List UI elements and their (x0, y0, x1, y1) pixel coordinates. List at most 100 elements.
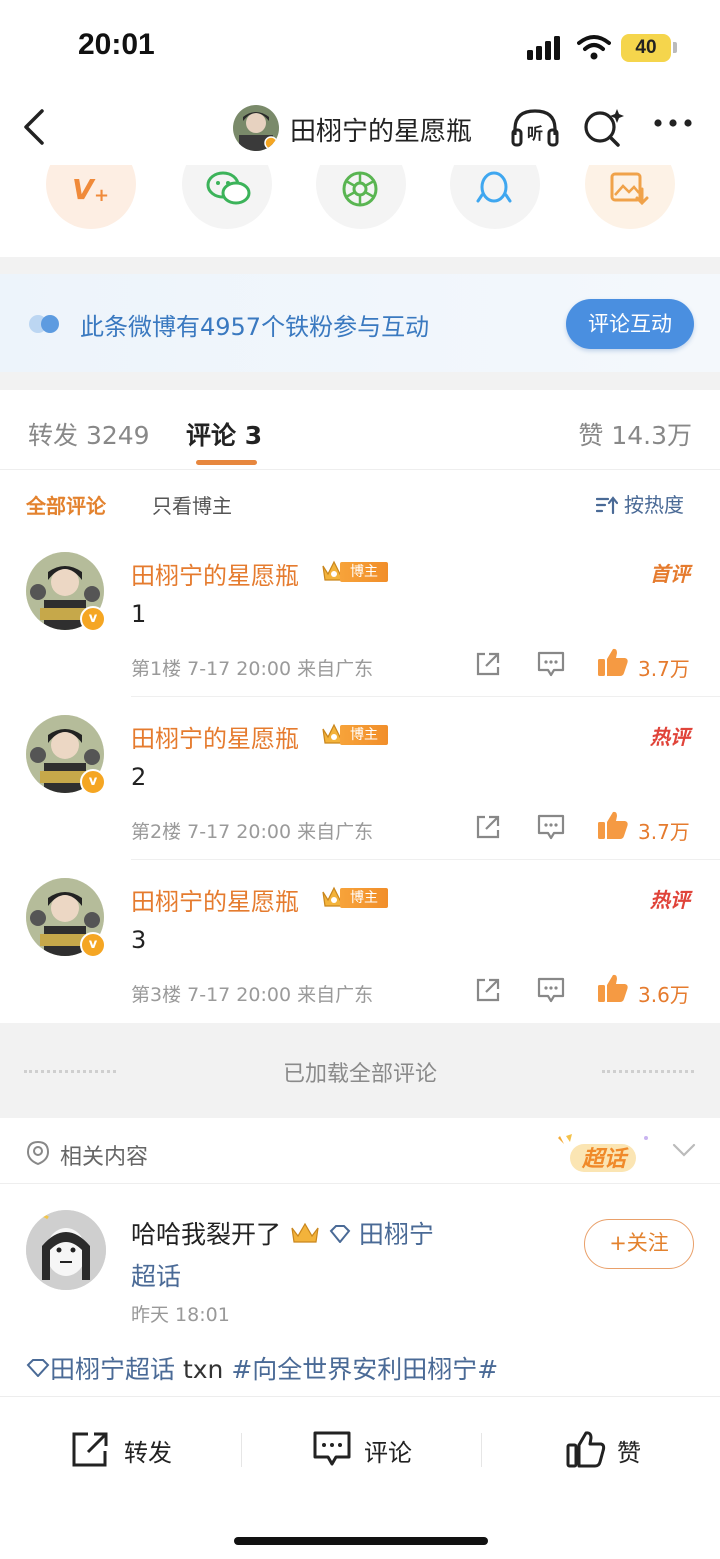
like-thumb-icon (566, 1431, 606, 1468)
like-thumb-icon[interactable] (596, 809, 630, 841)
verified-badge-icon: v (80, 769, 106, 795)
comment-text: 2 (131, 763, 147, 791)
hashtag-link[interactable]: #向全世界安利田栩宁# (231, 1355, 498, 1384)
repost-label: 转发 (124, 1439, 172, 1467)
host-badge-label: 博主 (340, 562, 388, 582)
related-post[interactable]: 哈哈我裂开了 田栩宁 超话 昨天 18:01 +关注 田栩宁超话 txn #向全… (0, 1184, 720, 1396)
share-wechat-button[interactable] (182, 165, 272, 229)
comment-like-count: 3.7万 (638, 820, 690, 844)
comment-item: v 田栩宁的星愿瓶 博主 首评 1 第1楼 7-17 20:00 来自广东 3.… (0, 534, 720, 697)
nav-title: 田栩宁的星愿瓶 (290, 117, 473, 147)
share-save-image-button[interactable] (585, 165, 675, 229)
diamond-topic-icon (329, 1225, 351, 1244)
related-title: 相关内容 (60, 1145, 149, 1170)
comment-like-count: 3.6万 (638, 983, 690, 1007)
share-icon[interactable] (474, 976, 502, 1004)
sort-icon (596, 496, 618, 514)
verified-badge-icon: v (80, 932, 106, 958)
hot-comment-flag: 热评 (650, 888, 690, 912)
active-tab-indicator (196, 460, 257, 465)
diamond-topic-icon (26, 1359, 50, 1378)
topic-link-suffix[interactable]: 超话 (131, 1262, 181, 1291)
hot-comment-flag: 热评 (650, 725, 690, 749)
comment-text: 3 (131, 926, 147, 954)
battery-indicator: 40 (621, 34, 671, 62)
related-pin-icon (26, 1140, 50, 1166)
related-post-text: 哈哈我裂开了 田栩宁 超话 (131, 1214, 491, 1298)
tag-supertopic-link[interactable]: 田栩宁超话 (50, 1355, 175, 1384)
like-thumb-icon[interactable] (596, 646, 630, 678)
host-badge-label: 博主 (340, 725, 388, 745)
filter-all-comments[interactable]: 全部评论 (26, 490, 106, 519)
post-tags: 田栩宁超话 txn #向全世界安利田栩宁# (26, 1350, 498, 1386)
supertopic-logo-icon[interactable]: 超话 (552, 1130, 652, 1176)
share-moments-button[interactable] (316, 165, 406, 229)
section-separator (0, 257, 720, 274)
action-separator (241, 1433, 242, 1467)
topic-link[interactable]: 田栩宁 (359, 1220, 434, 1249)
vplus-icon: V + (72, 173, 109, 205)
tab-comment[interactable]: 评论 3 (186, 416, 262, 452)
save-image-icon (610, 172, 649, 206)
commenter-name[interactable]: 田栩宁的星愿瓶 (131, 882, 299, 917)
related-content-header: 相关内容 超话 (0, 1118, 720, 1184)
moments-icon (342, 171, 378, 207)
section-separator (0, 372, 720, 390)
comment-text: 1 (131, 600, 147, 628)
interaction-text: 此条微博有4957个铁粉参与互动 (80, 313, 430, 341)
host-badge: 博主 (320, 884, 388, 910)
comment-like-count: 3.7万 (638, 657, 690, 681)
nav-avatar[interactable] (233, 105, 279, 151)
wechat-icon (206, 171, 251, 205)
host-badge-label: 博主 (340, 888, 388, 908)
home-indicator[interactable] (234, 1537, 488, 1545)
supertopic-logo-text: 超话 (581, 1147, 629, 1172)
post-author-avatar[interactable] (26, 1210, 106, 1290)
svg-text:+: + (94, 185, 109, 205)
reply-icon[interactable] (536, 813, 566, 841)
action-separator (481, 1433, 482, 1467)
battery-tip (673, 42, 677, 53)
like-button[interactable]: 赞 (565, 1429, 655, 1469)
filter-host-only[interactable]: 只看博主 (152, 490, 232, 519)
tag-plain-text: txn (175, 1355, 232, 1384)
sort-by-heat-button[interactable]: 按热度 (596, 489, 684, 518)
post-tabs: 转发 3249 评论 3 赞 14.3万 (0, 390, 720, 470)
share-qq-button[interactable] (450, 165, 540, 229)
comment-meta: 第1楼 7-17 20:00 来自广东 (131, 658, 374, 680)
headphones-listen-icon[interactable]: 听 (510, 105, 560, 149)
follow-button[interactable]: +关注 (584, 1219, 694, 1269)
repost-icon (72, 1432, 108, 1467)
wifi-icon (577, 35, 611, 60)
dotted-line-right (602, 1070, 694, 1073)
commenter-name[interactable]: 田栩宁的星愿瓶 (131, 719, 299, 754)
comment-button[interactable]: 评论 (312, 1429, 422, 1469)
comment-filter-row: 全部评论 只看博主 按热度 (0, 470, 720, 536)
host-badge: 博主 (320, 721, 388, 747)
tab-repost[interactable]: 转发 3249 (28, 416, 150, 452)
post-text-main: 哈哈我裂开了 (131, 1220, 282, 1249)
share-icon[interactable] (474, 650, 502, 678)
more-options-icon[interactable] (652, 117, 694, 129)
crown-icon (291, 1222, 319, 1243)
share-vplus-button[interactable]: V + (46, 165, 136, 229)
comment-meta: 第2楼 7-17 20:00 来自广东 (131, 821, 374, 843)
chevron-down-icon[interactable] (672, 1142, 696, 1158)
verified-badge-icon: v (80, 606, 106, 632)
like-thumb-icon[interactable] (596, 972, 630, 1004)
host-badge: 博主 (320, 558, 388, 584)
tab-likes[interactable]: 赞 14.3万 (578, 416, 692, 452)
comment-interact-button[interactable]: 评论互动 (566, 299, 694, 349)
search-icon[interactable] (580, 105, 626, 149)
repost-button[interactable]: 转发 (70, 1429, 190, 1469)
reply-icon[interactable] (536, 976, 566, 1004)
commenter-name[interactable]: 田栩宁的星愿瓶 (131, 556, 299, 591)
first-comment-flag: 首评 (650, 562, 690, 586)
back-arrow-icon[interactable] (20, 107, 50, 147)
interaction-dots-icon (29, 315, 59, 333)
qq-icon (476, 171, 512, 203)
comment-icon (313, 1431, 351, 1466)
bottom-action-bar: 转发 评论 赞 (0, 1396, 720, 1559)
share-icon[interactable] (474, 813, 502, 841)
reply-icon[interactable] (536, 650, 566, 678)
